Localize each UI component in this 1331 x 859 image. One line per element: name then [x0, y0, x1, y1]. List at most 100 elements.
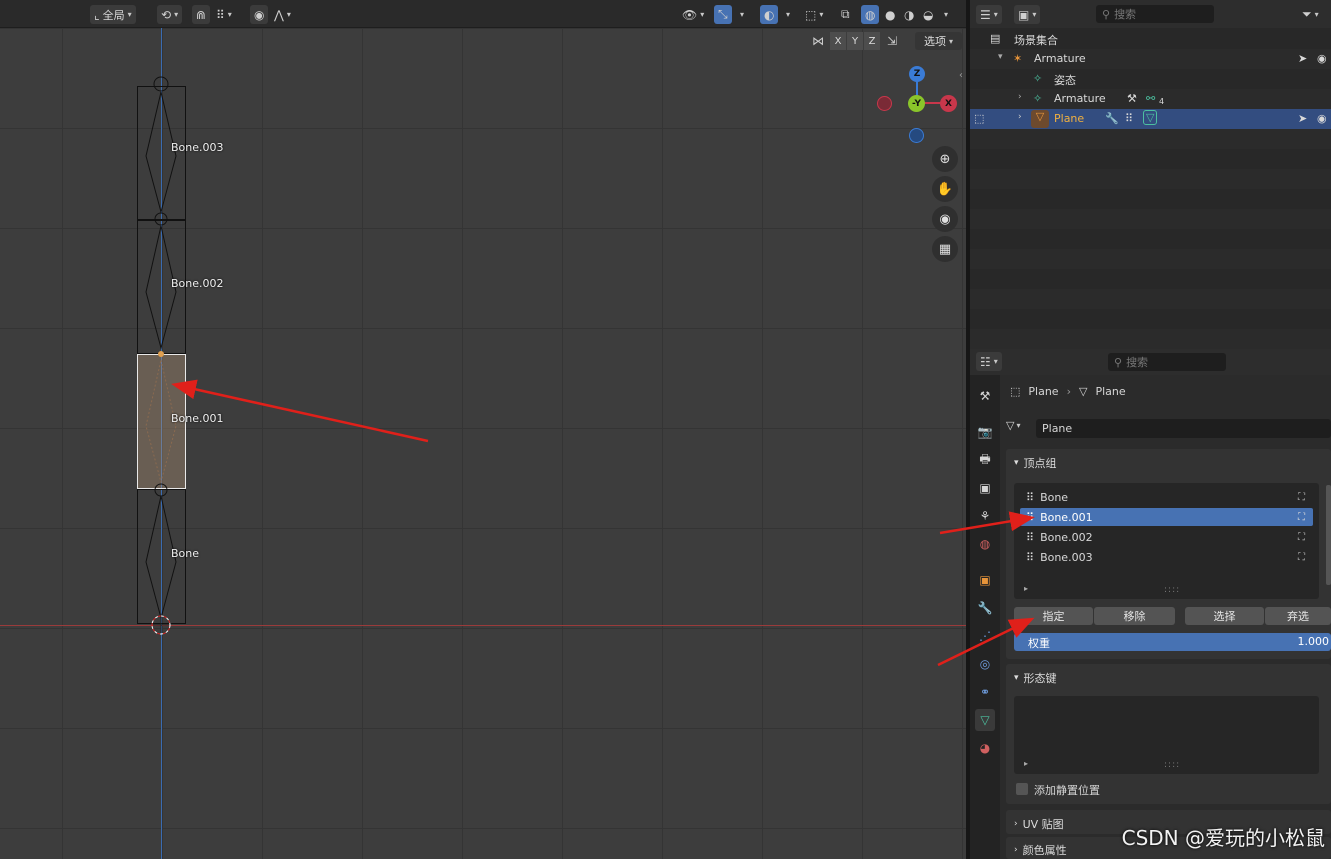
assign-button[interactable]: 指定 [1014, 607, 1093, 625]
properties-header: ☷ ▾ ⚲ 搜索 [970, 349, 1331, 375]
chevron-right-icon[interactable]: › [1018, 92, 1022, 102]
vertex-group-item[interactable]: ⠿ Bone.002 ⛶ [1020, 528, 1313, 546]
vertex-groups-icon: ⠿ [1125, 112, 1134, 125]
deselect-button[interactable]: 弃选 [1265, 607, 1331, 625]
mesh-datablock-selector[interactable]: ▽ ▾ [1006, 419, 1020, 432]
outliner-search-input[interactable]: ⚲ 搜索 [1096, 5, 1214, 23]
lock-open-icon[interactable]: ⛶ [1298, 532, 1305, 543]
bone-icon: ⚯ [1146, 92, 1156, 105]
mesh-select-icon: ⬚ [974, 112, 985, 125]
modifier-wrench-icon: ⚒ [1127, 92, 1137, 105]
constraints-tab-icon[interactable]: ⚭ [975, 681, 995, 703]
bone-joint-selected [158, 351, 164, 357]
material-tab-icon[interactable]: ◕ [975, 737, 995, 759]
vertex-groups-panel: ▾ 顶点组 ⠿ Bone ⛶ ⠿ Bone.001 ⛶ ⠿ Bone.002 ⛶ [1006, 449, 1331, 659]
vertex-group-item[interactable]: ⠿ Bone.003 ⛶ [1020, 548, 1313, 566]
mesh-name-field[interactable]: Plane [1036, 419, 1331, 438]
vertex-groups-list: ⠿ Bone ⛶ ⠿ Bone.001 ⛶ ⠿ Bone.002 ⛶ ⠿ Bon… [1014, 483, 1319, 599]
zoom-icon[interactable]: ⊕ [932, 146, 958, 172]
tool-tab-icon[interactable]: ⚒ [975, 385, 995, 407]
display-mode-dropdown[interactable]: ▣ ▾ [1014, 5, 1041, 24]
view-layer-icon: ▣ [1018, 7, 1030, 22]
scrollbar[interactable] [1326, 485, 1331, 585]
chevron-down-icon: ▾ [993, 10, 998, 19]
resize-grip-icon[interactable]: :::: [1164, 585, 1180, 595]
outliner-row-plane[interactable]: ⬚ › ▽ Plane 🔧 ⠿ ▽ ➤ ◉ [970, 109, 1331, 129]
chevron-down-icon[interactable]: ▾ [998, 52, 1003, 62]
mesh-data-icon: ▽ [1006, 419, 1015, 432]
chevron-right-icon: › [1014, 819, 1018, 829]
remove-button[interactable]: 移除 [1094, 607, 1175, 625]
filter-dropdown[interactable]: ⏷ ▾ [1298, 5, 1323, 24]
eye-icon[interactable]: ◉ [1317, 112, 1327, 125]
search-icon: ⚲ [1102, 7, 1111, 21]
bone-label-002: Bone.002 [171, 277, 224, 290]
properties-tabs: ⚒ 📷 🖶 ▣ ⚘ ◍ ▣ 🔧 ⋰ ◎ ⚭ ▽ ◕ [970, 375, 1000, 859]
particles-tab-icon[interactable]: ⋰ [975, 625, 995, 647]
editor-type-dropdown[interactable]: ☰ ▾ [976, 5, 1002, 24]
modifier-tab-icon[interactable]: 🔧 [975, 597, 995, 619]
scene-tab-icon[interactable]: ⚘ [975, 505, 995, 527]
lock-open-icon[interactable]: ⛶ [1298, 492, 1305, 503]
armature-icon: ✶ [1013, 52, 1023, 65]
mesh-data-tab-icon[interactable]: ▽ [975, 709, 995, 731]
shape-keys-header[interactable]: ▾ 形态键 [1014, 670, 1057, 686]
outliner-icon: ☰ [980, 7, 991, 22]
view-layer-tab-icon[interactable]: ▣ [975, 477, 995, 499]
weight-slider[interactable]: 权重 1.000 [1014, 633, 1331, 651]
render-tab-icon[interactable]: 📷 [975, 421, 995, 443]
mesh-select-icon: ⬚ [1010, 385, 1021, 398]
bone-label-001: Bone.001 [171, 412, 224, 425]
outliner-row-armature[interactable]: ▾ ✶ Armature ➤ ◉ [970, 49, 1331, 69]
select-button[interactable]: 选择 [1185, 607, 1264, 625]
object-tab-icon[interactable]: ▣ [975, 569, 995, 591]
shape-keys-panel: ▾ 形态键 ▸ :::: 添加静置位置 [1006, 664, 1331, 804]
vertex-group-item[interactable]: ⠿ Bone ⛶ [1020, 488, 1313, 506]
select-arrow-icon[interactable]: ➤ [1298, 112, 1307, 125]
physics-tab-icon[interactable]: ◎ [975, 653, 995, 675]
editor-type-dropdown[interactable]: ☷ ▾ [976, 352, 1002, 371]
properties-panel: ☷ ▾ ⚲ 搜索 ⚒ 📷 🖶 ▣ ⚘ ◍ ▣ 🔧 ⋰ ◎ ⚭ ▽ ◕ ⬚ Pla… [970, 349, 1331, 859]
gizmo-neg-x-axis[interactable] [877, 96, 892, 111]
filter-options-triangle-icon[interactable]: ▸ [1024, 584, 1028, 593]
eye-icon[interactable]: ◉ [1317, 52, 1327, 65]
breadcrumb: ⬚ Plane › ▽ Plane [1010, 385, 1126, 398]
mesh-object-icon: ▽ [1031, 110, 1049, 128]
add-rest-position-checkbox[interactable] [1016, 783, 1028, 795]
outliner-row-scene-collection[interactable]: ▤ 场景集合 [970, 29, 1331, 49]
bone-joint [154, 483, 168, 497]
bone-label-003: Bone.003 [171, 141, 224, 154]
vertex-groups-header[interactable]: ▾ 顶点组 [1014, 455, 1057, 471]
armature-data-icon: ✧ [1033, 92, 1043, 105]
world-tab-icon[interactable]: ◍ [975, 533, 995, 555]
outliner-header: ☰ ▾ ▣ ▾ ⚲ 搜索 ⏷ ▾ [970, 0, 1331, 28]
pan-hand-icon[interactable]: ✋ [932, 176, 958, 202]
chevron-down-icon: ▾ [1016, 421, 1021, 430]
lock-open-icon[interactable]: ⛶ [1298, 552, 1305, 563]
gizmo-neg-y-axis[interactable]: -Y [908, 95, 925, 112]
mesh-data-icon: ▽ [1078, 385, 1088, 398]
output-tab-icon[interactable]: 🖶 [975, 449, 995, 471]
properties-search-input[interactable]: ⚲ 搜索 [1108, 353, 1226, 371]
filter-options-triangle-icon[interactable]: ▸ [1024, 759, 1028, 768]
chevron-right-icon[interactable]: › [1018, 112, 1022, 122]
3d-viewport[interactable]: ⌞ 全局 ▾ ⟲ ▾ ⋒ ⠿ ▾ ◉ ⋀ ▾ 👁 ▾ ⤡ ▾ ◐ ▾ ⬚ ▾ ⧉… [0, 0, 966, 859]
color-attributes-header[interactable]: › 颜色属性 [1014, 842, 1067, 858]
gizmo-z-axis[interactable]: Z [909, 66, 925, 82]
chevron-down-icon: ▾ [1314, 10, 1319, 19]
vertex-group-item-selected[interactable]: ⠿ Bone.001 ⛶ [1020, 508, 1313, 526]
gizmo-x-axis[interactable]: X [940, 95, 957, 112]
lock-open-icon[interactable]: ⛶ [1298, 512, 1305, 523]
resize-grip-icon[interactable]: :::: [1164, 760, 1180, 770]
uv-maps-header[interactable]: › UV 贴图 [1014, 816, 1064, 832]
pose-icon: ✧ [1033, 72, 1043, 85]
outliner-row-armature-data[interactable]: › ✧ Armature ⚒ ⚯ 4 [970, 89, 1331, 109]
add-rest-position-label: 添加静置位置 [1034, 784, 1100, 797]
camera-icon[interactable]: ◉ [932, 206, 958, 232]
gizmo-neg-z-axis[interactable] [909, 128, 924, 143]
vertex-group-icon: ⠿ [1026, 490, 1035, 504]
select-arrow-icon[interactable]: ➤ [1298, 52, 1307, 65]
perspective-grid-icon[interactable]: ▦ [932, 236, 958, 262]
outliner-row-pose[interactable]: ✧ 姿态 [970, 69, 1331, 89]
collection-box-icon: ▤ [990, 32, 1001, 45]
